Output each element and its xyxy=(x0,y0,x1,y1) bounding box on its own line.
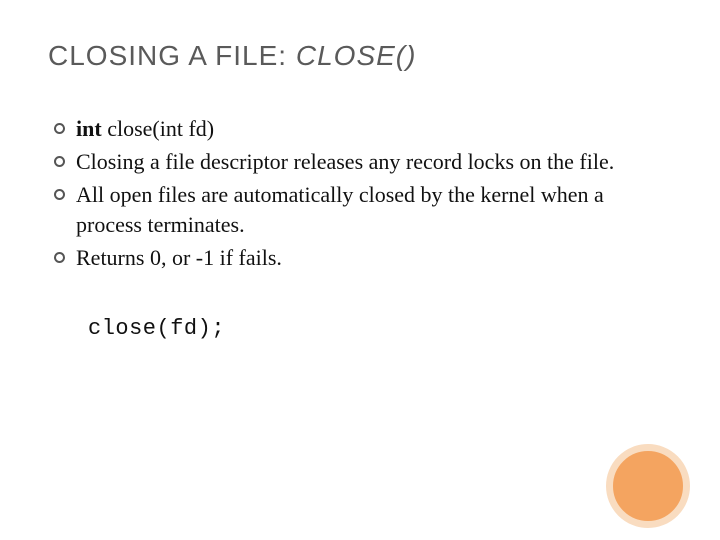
slide: CLOSING A FILE: CLOSE() int close(int fd… xyxy=(0,0,720,540)
bullet-icon xyxy=(54,189,65,200)
list-item: All open files are automatically closed … xyxy=(54,180,672,242)
bullet-text: close(int fd) xyxy=(102,116,214,141)
title-emph: CLOSE() xyxy=(296,40,417,71)
list-item: Closing a file descriptor releases any r… xyxy=(54,147,672,178)
slide-title: CLOSING A FILE: CLOSE() xyxy=(48,40,672,72)
bullet-text: Closing a file descriptor releases any r… xyxy=(76,149,614,174)
list-item: Returns 0, or -1 if fails. xyxy=(54,243,672,274)
bullet-icon xyxy=(54,123,65,134)
bullet-list: int close(int fd) Closing a file descrip… xyxy=(48,114,672,274)
title-main: CLOSING A FILE: xyxy=(48,40,296,71)
decorative-circle-icon xyxy=(606,444,690,528)
bullet-text: All open files are automatically closed … xyxy=(76,182,604,238)
bullet-text: Returns 0, or -1 if fails. xyxy=(76,245,282,270)
code-example: close(fd); xyxy=(88,316,672,341)
bullet-icon xyxy=(54,156,65,167)
bullet-icon xyxy=(54,252,65,263)
bullet-bold: int xyxy=(76,116,102,141)
list-item: int close(int fd) xyxy=(54,114,672,145)
